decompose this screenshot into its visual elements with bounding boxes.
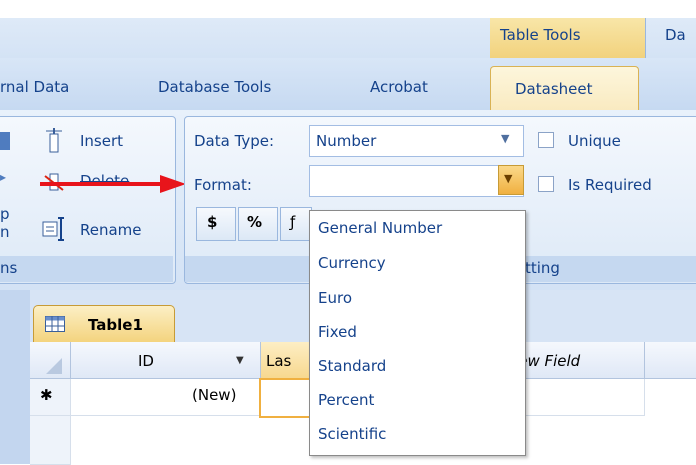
window-top-strip [0,0,696,18]
format-option-currency[interactable]: Currency [318,254,386,272]
context-tab-partial-label: Da [665,26,686,44]
unique-label: Unique [568,132,621,150]
insert-column-icon [42,128,68,154]
unique-checkbox[interactable] [538,132,554,148]
new-row-id-value: (New) [192,386,237,404]
column-header-id[interactable] [71,342,261,379]
fields-columns-group-label: ns [0,259,18,277]
format-select[interactable] [309,165,524,197]
column-header-blank [645,342,696,379]
context-separator [645,18,646,58]
comma-style-partial: ƒ [290,213,296,231]
table-icon [45,316,65,332]
fields-columns-group-footer [0,256,173,282]
data-type-label: Data Type: [194,132,275,150]
new-row-asterisk-icon: ✱ [40,386,53,404]
navigation-pane-edge [0,290,30,464]
partial-icon-2: ▸ [0,170,7,184]
tab-external-data[interactable]: rnal Data [0,78,69,96]
percent-symbol: % [247,213,263,231]
data-type-value: Number [316,132,377,150]
format-option-euro[interactable]: Euro [318,289,352,307]
id-column-chevron-down-icon[interactable]: ▼ [236,355,244,366]
format-label: Format: [194,176,252,194]
data-type-formatting-group-label: tting [525,259,560,277]
format-dropdown-list[interactable]: General Number Currency Euro Fixed Stand… [309,210,526,456]
column-header-last-label: Las [266,352,292,370]
comma-format-button[interactable] [280,207,312,241]
partial-label-top: p [0,205,10,223]
empty-row-selector [30,416,71,465]
format-option-standard[interactable]: Standard [318,357,386,375]
currency-symbol: $ [207,213,218,231]
format-option-general-number[interactable]: General Number [318,219,442,237]
format-chevron-down-icon: ▼ [504,172,513,185]
is-required-label: Is Required [568,176,652,194]
format-option-percent[interactable]: Percent [318,391,374,409]
rename-button[interactable]: Rename [80,221,142,239]
column-header-id-label: ID [138,352,154,370]
table1-tab-label: Table1 [88,316,143,334]
new-row-new-field-cell[interactable] [524,379,645,416]
format-option-fixed[interactable]: Fixed [318,323,357,341]
tab-acrobat[interactable]: Acrobat [370,78,428,96]
tab-database-tools[interactable]: Database Tools [158,78,271,96]
is-required-checkbox[interactable] [538,176,554,192]
table-tools-label: Table Tools [500,26,581,44]
data-type-chevron-down-icon[interactable]: ▼ [501,132,509,145]
tab-datasheet-label: Datasheet [515,80,593,98]
insert-button[interactable]: Insert [80,132,123,150]
partial-label-bottom: n [0,223,10,241]
annotation-arrow-icon [40,175,186,193]
partial-icon [0,132,10,150]
format-option-scientific[interactable]: Scientific [318,425,386,443]
rename-column-icon [42,216,68,242]
select-all-triangle-icon [46,358,62,374]
